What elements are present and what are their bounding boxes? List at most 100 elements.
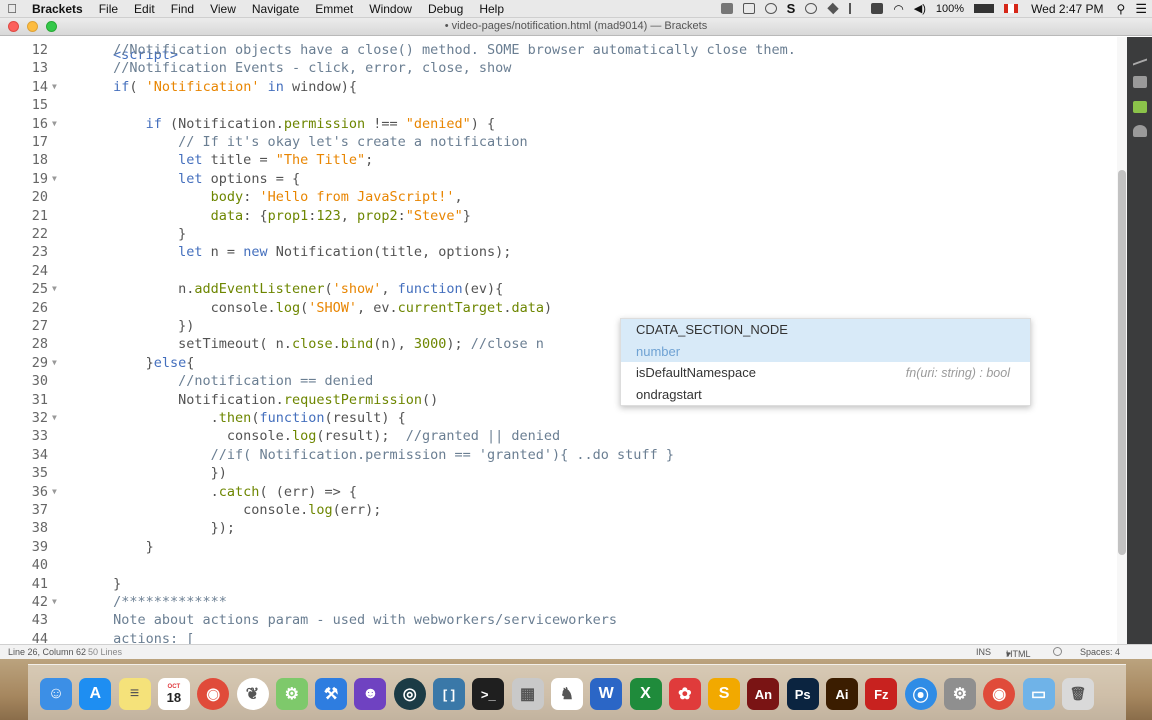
dock-system-preferences-icon[interactable]: ⚙ — [943, 678, 976, 710]
dock-photo-booth-icon[interactable]: ✿ — [668, 678, 701, 710]
code-line[interactable]: 16 ▼ if (Notification.permission !== "den… — [0, 115, 1127, 133]
code-line[interactable]: 42 ▼ /************* — [0, 593, 1127, 611]
code-hint-item-selected[interactable]: CDATA_SECTION_NODE — [621, 319, 1030, 341]
dock-mongodb-icon[interactable]: ❦ — [236, 678, 269, 710]
code-line[interactable]: 22 } — [0, 225, 1127, 243]
code-line[interactable]: 19 ▼ let options = { — [0, 170, 1127, 188]
code-line[interactable]: 43 Note about actions param - used with … — [0, 611, 1127, 629]
dock-xcode-icon[interactable]: ⚒ — [315, 678, 348, 710]
menu-app-name[interactable]: Brackets — [24, 2, 91, 16]
code-line[interactable]: 35 }) — [0, 464, 1127, 482]
dock-animate-icon[interactable]: An — [747, 678, 780, 710]
fold-arrow-icon[interactable]: ▼ — [52, 354, 57, 372]
fold-arrow-icon[interactable]: ▼ — [52, 115, 57, 133]
battery-percent[interactable]: 100% — [931, 3, 969, 15]
window-title-bar[interactable]: • video-pages/notification.html (mad9014… — [0, 18, 1152, 36]
dock-github-icon[interactable]: ☻ — [354, 678, 387, 710]
status-time-machine-icon[interactable] — [764, 3, 777, 14]
dock-downloads-folder-icon[interactable]: ▭ — [1022, 678, 1055, 710]
dock-calendar-icon[interactable]: OCT 18 — [157, 678, 190, 710]
dock-word-icon[interactable]: W — [590, 678, 623, 710]
status-s-icon[interactable]: S — [782, 1, 801, 16]
status-history-icon[interactable] — [805, 3, 818, 14]
menu-clock[interactable]: Wed 2:47 PM — [1023, 2, 1111, 16]
code-line[interactable]: 15 — [0, 96, 1127, 114]
extension-settings-icon[interactable] — [1133, 125, 1147, 137]
code-line[interactable]: 40 — [0, 556, 1127, 574]
wifi-icon[interactable]: ◠ — [888, 2, 908, 16]
menu-debug[interactable]: Debug — [420, 2, 471, 16]
code-line[interactable]: 44 actions: [ — [0, 630, 1127, 644]
menu-help[interactable]: Help — [471, 2, 512, 16]
dock-chrome-2-icon[interactable]: ◉ — [983, 678, 1016, 710]
code-line[interactable]: 26 console.log('SHOW', ev.currentTarget.… — [0, 299, 1127, 317]
code-hint-item[interactable]: ondragstart — [621, 384, 1030, 406]
dock-brackets-icon[interactable]: [ ] — [433, 678, 465, 710]
code-line[interactable]: 34 //if( Notification.permission == 'gra… — [0, 446, 1127, 464]
dock-illustrator-icon[interactable]: Ai — [826, 678, 858, 710]
code-line[interactable]: 33 console.log(result); //granted || den… — [0, 427, 1127, 445]
menu-edit[interactable]: Edit — [126, 2, 163, 16]
dock-chrome-icon[interactable]: ◉ — [197, 678, 230, 710]
fold-arrow-icon[interactable]: ▼ — [52, 280, 57, 298]
code-line[interactable]: 32 ▼ .then(function(result) { — [0, 409, 1127, 427]
dock-notes-icon[interactable]: ≡ — [118, 678, 151, 710]
status-keyboard-icon[interactable] — [871, 3, 884, 14]
dock-filezilla-icon[interactable]: Fz — [865, 678, 898, 710]
code-line[interactable]: 18 let title = "The Title"; — [0, 151, 1127, 169]
dock-android-studio-icon[interactable]: ⚙ — [275, 678, 308, 710]
fold-arrow-icon[interactable]: ▼ — [52, 78, 57, 96]
code-line[interactable]: 25 ▼ n.addEventListener('show', function(… — [0, 280, 1127, 298]
spotlight-search-icon[interactable]: ⚲ — [1112, 2, 1131, 16]
flag-icon[interactable] — [1004, 4, 1019, 13]
editor-scrollbar-thumb[interactable] — [1118, 170, 1126, 555]
dock-sketch-icon[interactable]: S — [708, 678, 741, 710]
menu-navigate[interactable]: Navigate — [244, 2, 307, 16]
menu-emmet[interactable]: Emmet — [307, 2, 361, 16]
code-line[interactable]: 21 data: {prop1:123, prop2:"Steve"} — [0, 207, 1127, 225]
extension-manager-icon[interactable] — [1133, 76, 1147, 88]
status-bluetooth-icon[interactable] — [849, 3, 861, 14]
dock-calculator-icon[interactable]: ▦ — [511, 678, 544, 710]
menu-file[interactable]: File — [91, 2, 126, 16]
fold-arrow-icon[interactable]: ▼ — [52, 170, 57, 188]
dock-finder-icon[interactable]: ☺ — [40, 678, 72, 710]
menu-find[interactable]: Find — [163, 2, 202, 16]
code-line[interactable]: 24 — [0, 262, 1127, 280]
dock-safari-icon[interactable]: ⦿ — [904, 678, 937, 710]
dock-excel-icon[interactable]: X — [629, 678, 662, 710]
battery-icon[interactable] — [974, 4, 995, 13]
code-hint-item[interactable]: isDefaultNamespace fn(uri: string) : boo… — [621, 362, 1030, 384]
apple-icon[interactable]:  — [0, 1, 24, 16]
dock-terminal-icon[interactable]: >_ — [472, 678, 505, 710]
status-pen-icon[interactable] — [742, 3, 755, 14]
code-line[interactable]: 39 } — [0, 538, 1127, 556]
status-dropbox-icon[interactable] — [827, 2, 840, 15]
dock-app-store-icon[interactable]: A — [79, 678, 112, 710]
code-line[interactable]: 12 //Notification objects have a close()… — [0, 41, 1127, 59]
code-line[interactable]: 13 //Notification Events - click, error,… — [0, 59, 1127, 77]
code-line[interactable]: 38 }); — [0, 519, 1127, 537]
dock-sequel-pro-icon[interactable]: ♞ — [550, 678, 583, 710]
fold-arrow-icon[interactable]: ▼ — [52, 409, 57, 427]
status-app-icon[interactable] — [720, 3, 733, 14]
indent-settings[interactable]: Spaces: 4 — [1080, 647, 1120, 657]
dock-photoshop-icon[interactable]: Ps — [786, 678, 819, 710]
menu-window[interactable]: Window — [361, 2, 420, 16]
dock-gitkraken-icon[interactable]: ◎ — [393, 678, 426, 710]
code-line[interactable]: 20 body: 'Hello from JavaScript!', — [0, 188, 1127, 206]
code-line[interactable]: 23 let n = new Notification(title, optio… — [0, 243, 1127, 261]
code-line[interactable]: 37 console.log(err); — [0, 501, 1127, 519]
fold-arrow-icon[interactable]: ▼ — [52, 593, 57, 611]
live-preview-icon[interactable] — [1133, 48, 1147, 66]
menu-view[interactable]: View — [202, 2, 244, 16]
linter-status-icon[interactable] — [1053, 647, 1062, 656]
volume-icon[interactable]: ◀) — [909, 2, 931, 15]
extension-icon[interactable] — [1133, 101, 1147, 113]
insert-mode-toggle[interactable]: INS — [976, 647, 991, 657]
code-line[interactable]: 17 // If it's okay let's create a notifi… — [0, 133, 1127, 151]
fold-arrow-icon[interactable]: ▼ — [52, 483, 57, 501]
code-line[interactable]: 14 ▼ if( 'Notification' in window){ — [0, 78, 1127, 96]
code-line[interactable]: 41 } — [0, 575, 1127, 593]
notification-center-icon[interactable]: ☰ — [1130, 1, 1152, 17]
